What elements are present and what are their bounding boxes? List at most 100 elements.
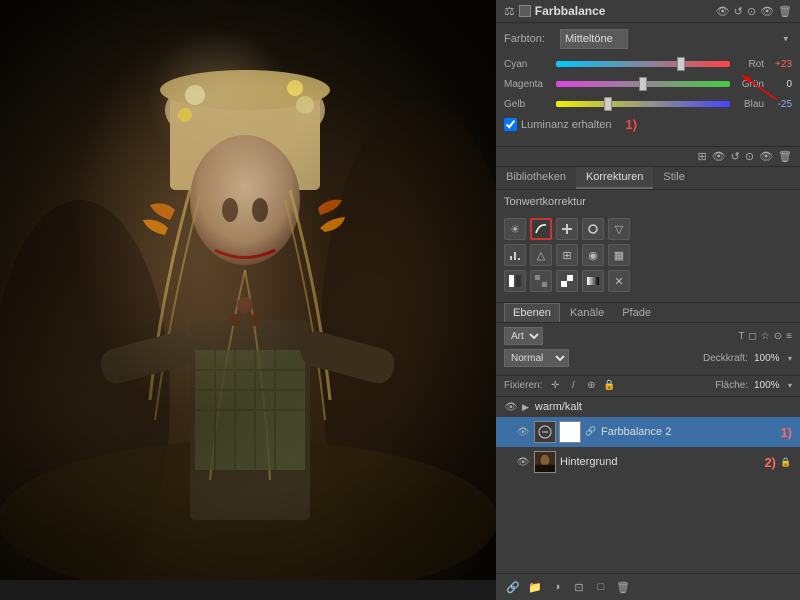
add-mask-icon[interactable]: ⊡ — [570, 578, 588, 596]
cyan-rot-value: +23 — [768, 59, 792, 70]
layer-mask-thumb-1 — [559, 421, 581, 443]
eye-panel-icon[interactable]: 👁 — [712, 150, 726, 163]
fixieren-label: Fixieren: — [504, 380, 542, 391]
layer-icon-text[interactable]: T — [738, 331, 744, 342]
deckkraft-arrow[interactable]: ▾ — [788, 354, 792, 363]
flaeche-label: Fläche: — [715, 380, 748, 391]
main-tabs: Bibliotheken Korrekturen Stile — [496, 167, 800, 190]
trash-header-icon[interactable]: 🗑 — [778, 5, 792, 18]
panel-title: Farbbalance — [535, 4, 716, 18]
korrekturen-icons-row-3: ✕ — [504, 270, 792, 292]
layer-group-warmkalt[interactable]: 👁 ▶ warm/kalt — [496, 397, 800, 417]
korr-invert-icon[interactable] — [504, 270, 526, 292]
korr-selectivecolor-icon[interactable]: ✕ — [608, 270, 630, 292]
new-layer-icon[interactable]: □ — [592, 578, 610, 596]
tab-bibliotheken[interactable]: Bibliotheken — [496, 167, 576, 189]
group-name: warm/kalt — [535, 401, 582, 413]
layer-vis-icon-2[interactable]: 👁 — [516, 455, 530, 469]
layer-thumb-hintergrund — [534, 451, 556, 473]
farbton-label: Farbton: — [504, 33, 554, 45]
photo-background — [0, 0, 496, 580]
fix-icon-move[interactable]: ✛ — [548, 378, 562, 392]
blend-mode-select[interactable]: Normal Auflösen — [504, 349, 569, 367]
image-panel — [0, 0, 496, 600]
balance-icon: ⚖ — [504, 4, 515, 18]
flaeche-arrow[interactable]: ▾ — [788, 381, 792, 390]
farbton-select[interactable]: Mitteltöne Tiefen Lichter — [560, 29, 628, 49]
korr-vibrance-icon[interactable] — [582, 218, 604, 240]
deckkraft-label: Deckkraft: — [703, 353, 748, 364]
luminanz-checkbox-label[interactable]: Luminanz erhalten — [504, 118, 612, 131]
tab-ebenen[interactable]: Ebenen — [504, 303, 560, 322]
magenta-gruen-value: 0 — [768, 79, 792, 90]
fix-icon-brush[interactable]: / — [566, 378, 580, 392]
fixieren-row: Fixieren: ✛ / ⊕ 🔒 Fläche: 100% ▾ — [496, 376, 800, 397]
grid-icon[interactable]: ⊞ — [697, 150, 706, 163]
group-expand-icon[interactable]: ▶ — [522, 402, 529, 413]
layer-icon-shape[interactable]: ◻ — [748, 331, 756, 342]
panel-icons-bar: ⊞ 👁 ↺ ⊙ 👁 🗑 — [496, 147, 800, 167]
korr-levels-icon[interactable] — [504, 244, 526, 266]
luminanz-label: Luminanz erhalten — [521, 119, 612, 131]
fix-icon-lock[interactable]: 🔒 — [602, 378, 616, 392]
fix-icon-transform[interactable]: ⊕ — [584, 378, 598, 392]
cyan-rot-slider[interactable] — [556, 57, 730, 71]
layer-item-farbbalance2[interactable]: 👁 🔗 Farbbalance 2 1) — [496, 417, 800, 447]
layer-name-hintergrund: Hintergrund — [560, 456, 760, 468]
annotation-1-layer: 1) — [780, 425, 792, 440]
korrekturen-icons-row-1: ☀ ▽ — [504, 218, 792, 240]
eye2-icon[interactable]: 👁 — [760, 5, 774, 18]
rot-label: Rot — [734, 59, 764, 70]
korr-colorbal-icon[interactable]: ⊞ — [556, 244, 578, 266]
layer-thumb-farbbalance — [534, 421, 556, 443]
reset-icon[interactable]: ↺ — [731, 150, 740, 163]
korr-threshold-icon[interactable] — [556, 270, 578, 292]
layer-icon-adjust2[interactable]: ⊙ — [774, 331, 782, 342]
korr-photo-icon[interactable]: ◉ — [582, 244, 604, 266]
layer-list: 👁 ▶ warm/kalt 👁 🔗 Farbbalance 2 1) 👁 — [496, 397, 800, 573]
magenta-gruen-slider[interactable] — [556, 77, 730, 91]
layer-type-select[interactable]: Art — [504, 327, 543, 345]
annotation-2-layer: 2) — [764, 455, 776, 470]
korr-gradient-icon[interactable] — [582, 270, 604, 292]
korr-grid-icon[interactable]: ▦ — [608, 244, 630, 266]
clip-icon[interactable]: ⊙ — [747, 5, 756, 18]
magenta-gruen-thumb[interactable] — [639, 77, 647, 91]
menu-icon[interactable]: ⊙ — [745, 150, 754, 163]
layer-icon-star[interactable]: ☆ — [761, 331, 770, 342]
korrekturen-icons-row-2: △ ⊞ ◉ ▦ — [504, 244, 792, 266]
gelb-blau-thumb[interactable] — [604, 97, 612, 111]
layer-item-hintergrund[interactable]: 👁 Hintergrund 2) 🔒 — [496, 447, 800, 477]
korr-brightness-icon[interactable]: ☀ — [504, 218, 526, 240]
korr-triangle-icon[interactable]: △ — [530, 244, 552, 266]
delete-layer-icon[interactable]: 🗑 — [614, 578, 632, 596]
tab-korrekturen[interactable]: Korrekturen — [576, 167, 653, 189]
layer-chain-1: 🔗 — [585, 426, 597, 438]
layer-vis-icon-1[interactable]: 👁 — [516, 425, 530, 439]
group-vis-icon[interactable]: 👁 — [504, 400, 518, 414]
eye3-icon[interactable]: 👁 — [759, 150, 773, 163]
tab-pfade[interactable]: Pfade — [614, 303, 659, 322]
refresh-icon[interactable]: ↺ — [734, 5, 743, 18]
new-adjustment-layer-icon[interactable]: ◑ — [548, 578, 566, 596]
korr-hue-sat-icon[interactable]: ▽ — [608, 218, 630, 240]
ebenen-tabs: Ebenen Kanäle Pfade — [496, 303, 800, 323]
cyan-rot-thumb[interactable] — [677, 57, 685, 71]
group-layers-icon[interactable]: 📁 — [526, 578, 544, 596]
luminanz-checkbox[interactable] — [504, 118, 517, 131]
korr-curves-icon[interactable] — [530, 218, 552, 240]
flaeche-value: 100% — [754, 380, 784, 391]
gelb-blau-slider[interactable] — [556, 97, 730, 111]
trash2-icon[interactable]: 🗑 — [778, 150, 792, 163]
eye-icon[interactable]: 👁 — [716, 5, 730, 18]
link-icon[interactable]: 🔗 — [504, 578, 522, 596]
korr-posterize-icon[interactable] — [530, 270, 552, 292]
cyan-label: Cyan — [504, 59, 552, 70]
korr-exposure-icon[interactable] — [556, 218, 578, 240]
photo-overlay-bar — [0, 580, 496, 600]
tab-stile[interactable]: Stile — [653, 167, 694, 189]
farbbalance-checkbox[interactable] — [519, 5, 531, 17]
tab-kanaele[interactable]: Kanäle — [562, 303, 612, 322]
korrekturen-title: Tonwertkorrektur — [504, 196, 792, 208]
layer-icon-menu[interactable]: ≡ — [786, 331, 792, 342]
